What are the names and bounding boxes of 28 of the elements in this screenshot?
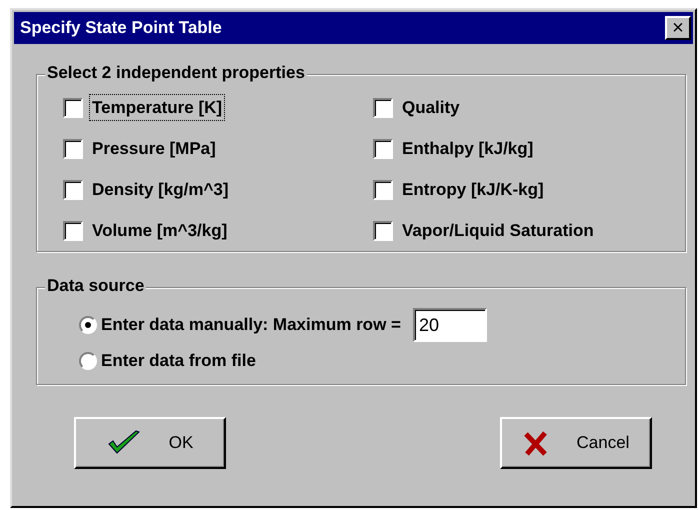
cancel-button[interactable]: Cancel [500,417,652,469]
checkbox-label[interactable]: Entropy [kJ/K-kg] [399,176,547,204]
radio-button[interactable] [79,316,97,334]
window-title: Specify State Point Table [20,17,222,40]
checkbox[interactable] [63,98,83,118]
number-field[interactable]: 20 [412,308,487,342]
cross-icon [522,430,549,456]
checkbox-label[interactable]: Pressure [MPa] [89,134,219,162]
checkbox-label[interactable]: Vapor/Liquid Saturation [399,216,597,244]
checkbox[interactable] [63,180,83,200]
checkmark-icon [106,430,141,456]
ok-button[interactable]: OK [74,417,226,469]
checkbox-label[interactable]: Volume [m^3/kg] [89,216,230,244]
checkbox-label[interactable]: Enthalpy [kJ/kg] [399,134,536,162]
group-title: Select 2 independent properties [45,63,307,83]
checkbox-label[interactable]: Quality [399,94,463,122]
checkbox[interactable] [373,138,393,158]
checkbox-label[interactable]: Temperature [K] [89,94,226,122]
close-button[interactable]: × [665,16,691,40]
radio-button[interactable] [79,352,97,370]
checkbox[interactable] [373,180,393,200]
checkbox[interactable] [373,220,393,240]
checkbox[interactable] [373,98,393,118]
radio-label[interactable]: Enter data from file [101,348,256,374]
checkbox[interactable] [63,138,83,158]
checkbox-label[interactable]: Density [kg/m^3] [89,176,232,204]
checkbox[interactable] [63,220,83,240]
radio-label[interactable]: Enter data manually: Maximum row = [101,312,401,338]
